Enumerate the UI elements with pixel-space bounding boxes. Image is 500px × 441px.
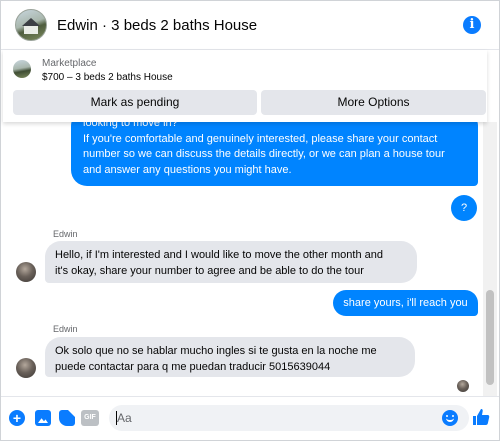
- sender-avatar[interactable]: [16, 358, 36, 378]
- message-line: If you're comfortable and genuinely inte…: [83, 132, 438, 145]
- sender-avatar[interactable]: [16, 262, 36, 282]
- marketplace-panel: Marketplace $700 – 3 beds 2 baths House …: [3, 50, 487, 122]
- listing-thumbnail[interactable]: [13, 60, 31, 78]
- mark-as-pending-button[interactable]: Mark as pending: [13, 90, 257, 115]
- info-icon[interactable]: i: [463, 16, 481, 34]
- text-caret: [116, 411, 117, 425]
- scrollbar-thumb[interactable]: [486, 290, 494, 385]
- message-line: and answer any questions you might have.: [83, 163, 292, 176]
- house-avatar[interactable]: [15, 9, 47, 41]
- more-options-button[interactable]: More Options: [261, 90, 486, 115]
- message-line: it's okay, share your number to agree an…: [55, 265, 364, 277]
- outgoing-message: ?: [451, 195, 477, 221]
- sender-name: Edwin: [53, 229, 78, 239]
- message-line: puede contactar para q me puedan traduci…: [55, 361, 331, 373]
- incoming-message: Ok solo que no se hablar mucho ingles si…: [45, 337, 415, 377]
- message-input[interactable]: [109, 405, 469, 431]
- listing-title[interactable]: $700 – 3 beds 2 baths House: [42, 72, 173, 83]
- outgoing-message: share yours, i'll reach you: [333, 290, 478, 316]
- chat-header: Edwin · 3 beds 2 baths House i: [1, 1, 499, 50]
- message-line: Hello, if I'm interested and I would lik…: [55, 249, 383, 261]
- house-walls: [24, 26, 38, 34]
- sender-name: Edwin: [53, 324, 78, 334]
- seen-indicator-avatar: [457, 380, 469, 392]
- incoming-message: Hello, if I'm interested and I would lik…: [45, 241, 417, 283]
- message-line: Ok solo que no se hablar mucho ingles si…: [55, 345, 377, 357]
- marketplace-label: Marketplace: [42, 58, 97, 69]
- chat-title[interactable]: Edwin · 3 beds 2 baths House: [57, 17, 257, 34]
- photo-icon[interactable]: [35, 410, 51, 426]
- message-list[interactable]: looking to move in? If you're comfortabl…: [1, 122, 483, 396]
- gif-icon[interactable]: GIF: [81, 410, 99, 426]
- message-line: looking to move in?: [83, 122, 178, 129]
- message-line: number so we can discuss the details dir…: [83, 148, 445, 160]
- house-roof: [22, 18, 40, 26]
- emoji-icon[interactable]: [442, 410, 458, 426]
- sticker-icon[interactable]: [59, 410, 75, 426]
- composer: + GIF: [1, 396, 499, 440]
- scrollbar[interactable]: [483, 122, 497, 396]
- thumbs-up-icon[interactable]: [471, 407, 491, 427]
- plus-icon[interactable]: +: [9, 410, 25, 426]
- chat-window: Edwin · 3 beds 2 baths House i Marketpla…: [0, 0, 500, 441]
- outgoing-message: looking to move in? If you're comfortabl…: [71, 122, 478, 186]
